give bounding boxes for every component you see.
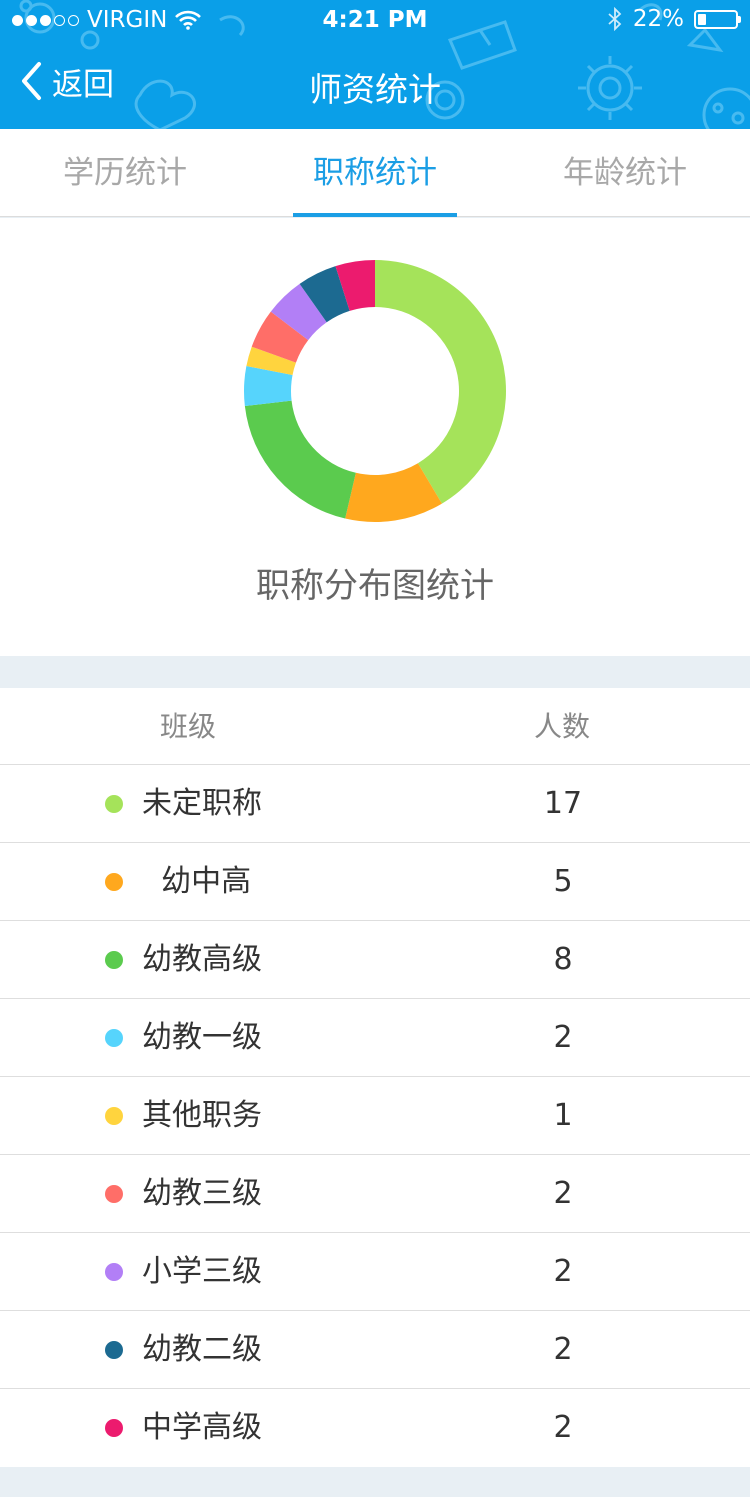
status-bar: VIRGIN 4:21 PM 22% [0,0,750,40]
row-title-label: 幼教二级 [142,1332,262,1367]
table-row: 幼教二级 2 [0,1311,750,1389]
table-row: 幼中高 5 [0,843,750,921]
row-title-label: 中学高级 [142,1410,262,1445]
row-count-value: 2 [553,1410,573,1445]
row-title-label: 小学三级 [142,1254,262,1289]
column-header-count: 人数 [534,710,591,743]
page-title: 师资统计 [309,70,441,109]
row-count-value: 2 [553,1332,573,1367]
active-tab-indicator [293,213,457,217]
table-row: 未定职称 17 [0,765,750,843]
tab-age[interactable]: 年龄统计 [500,129,750,217]
table-row: 小学三级 2 [0,1233,750,1311]
row-count-value: 5 [553,864,573,899]
row-count-value: 2 [553,1176,573,1211]
table-row: 其他职务 1 [0,1077,750,1155]
legend-color-dot [105,1341,123,1359]
row-title-label: 未定职称 [142,786,262,821]
row-title-label: 幼教高级 [142,942,262,977]
table-row: 中学高级 2 [0,1389,750,1467]
column-header-class: 班级 [160,710,217,743]
battery-icon [694,9,741,29]
row-count-value: 1 [553,1098,573,1133]
app-header: VIRGIN 4:21 PM 22% 返回 师资统计 [0,0,750,129]
legend-color-dot [105,1419,123,1437]
legend-color-dot [105,951,123,969]
donut-slice-1 [375,260,507,504]
tab-education[interactable]: 学历统计 [0,129,250,217]
table-row: 幼教高级 8 [0,921,750,999]
tab-title[interactable]: 职称统计 [250,129,500,217]
row-count-value: 2 [553,1254,573,1289]
row-title-label: 幼教三级 [142,1176,262,1211]
legend-color-dot [105,795,123,813]
tab-bar: 学历统计 职称统计 年龄统计 [0,129,750,217]
row-title-label: 幼中高 [142,864,252,899]
row-count-value: 2 [553,1020,573,1055]
table-header: 班级 人数 [0,688,750,765]
legend-color-dot [105,1107,123,1125]
legend-color-dot [105,1185,123,1203]
donut-chart [244,260,507,522]
donut-slice-3 [244,400,356,519]
table-row: 幼教三级 2 [0,1155,750,1233]
table-row: 幼教一级 2 [0,999,750,1077]
row-title-label: 其他职务 [142,1098,262,1133]
chart-section: 职称分布图统计 [0,218,750,656]
title-table: 班级 人数 未定职称 17 幼中高 5 幼教高级 8 幼教一级 2 其他职务 1 幼教三级 2 小学三… [0,688,750,1467]
legend-color-dot [105,1263,123,1281]
navigation-bar: 返回 师资统计 [0,45,750,120]
row-title-label: 幼教一级 [142,1020,262,1055]
chart-caption: 职称分布图统计 [256,566,494,606]
bluetooth-icon [608,7,622,31]
legend-color-dot [105,1029,123,1047]
battery-percent: 22% [632,6,684,32]
legend-color-dot [105,873,123,891]
row-count-value: 17 [543,786,583,821]
row-count-value: 8 [553,942,573,977]
